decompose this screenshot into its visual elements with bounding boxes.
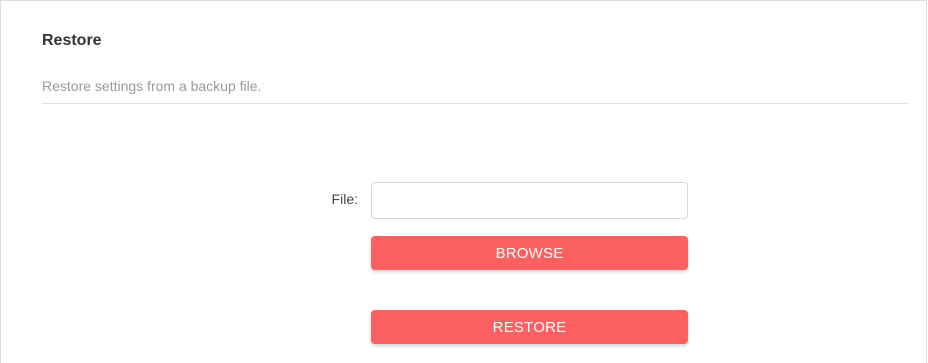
- section-title: Restore: [42, 32, 102, 49]
- file-path-input[interactable]: [371, 182, 688, 219]
- file-label: File:: [331, 191, 358, 207]
- restore-button[interactable]: RESTORE: [371, 310, 688, 344]
- browse-button[interactable]: BROWSE: [371, 236, 688, 270]
- restore-panel: Restore Restore settings from a backup f…: [0, 0, 927, 363]
- section-description: Restore settings from a backup file.: [42, 78, 262, 94]
- divider: [42, 103, 909, 104]
